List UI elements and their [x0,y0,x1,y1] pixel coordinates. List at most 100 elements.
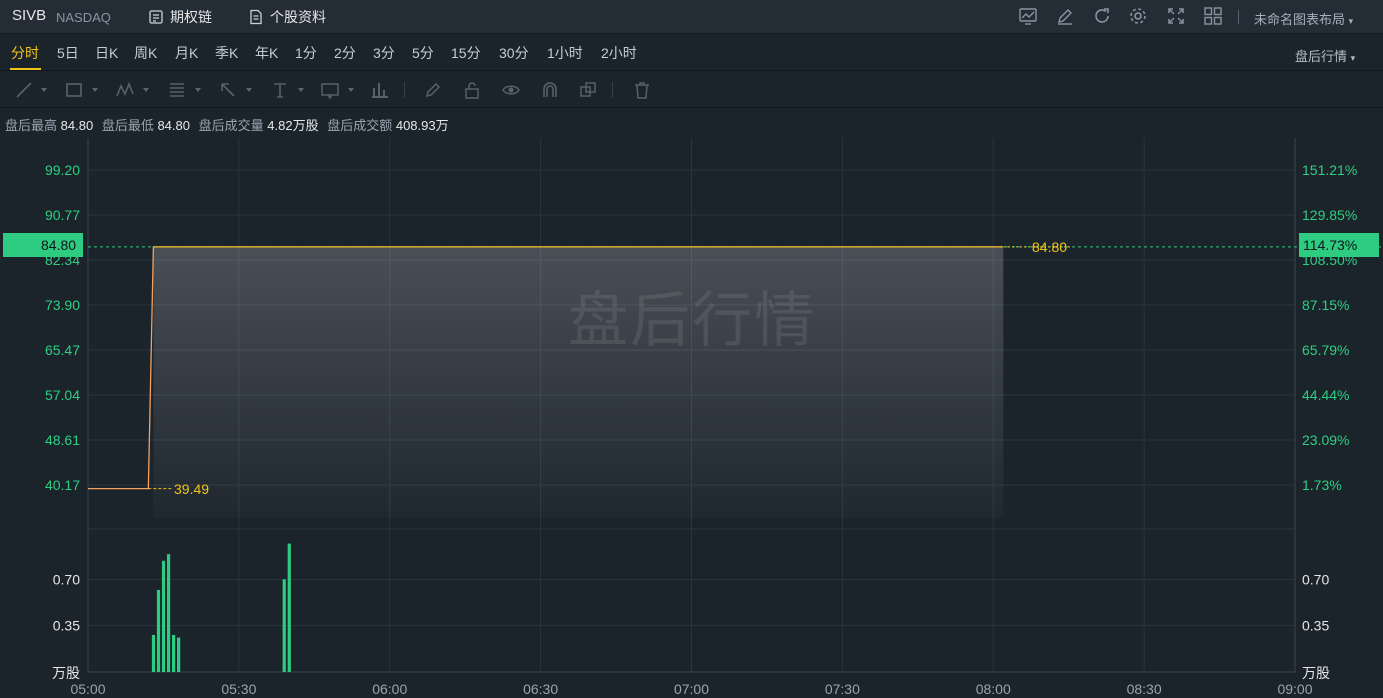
ticker-symbol: SIVB [12,7,47,24]
price-tick-label: 40.17 [45,477,80,493]
label-icon[interactable] [320,80,340,100]
period-selector: 分时 5日 日K 周K 月K 季K 年K 1分 2分 3分 5分 15分 30分… [0,34,1383,70]
percent-tick-label: 87.15% [1302,297,1349,313]
fullscreen-icon[interactable] [1166,6,1186,26]
refresh-icon[interactable] [1092,6,1112,26]
price-tick-label: 57.04 [45,387,80,403]
percent-tick-label: 23.09% [1302,432,1349,448]
time-tick-label: 07:30 [825,681,860,697]
chevron-down-icon[interactable] [92,88,98,92]
high-value: 84.80 [60,118,94,133]
period-tab-3m[interactable]: 3分 [373,43,395,63]
period-tab-1h[interactable]: 1小时 [547,43,583,63]
low-value: 84.80 [157,118,190,133]
chevron-down-icon[interactable] [143,88,149,92]
period-tab-5m[interactable]: 5分 [412,43,434,63]
clone-icon[interactable] [578,80,598,100]
chart-canvas[interactable]: 99.20 151.21%90.77 129.85%82.34 108.50%73.9… [0,138,1383,698]
drawing-toolbar [0,70,1383,108]
time-tick-label: 08:00 [976,681,1011,697]
volume-bar [166,554,171,672]
time-tick-label: 07:00 [674,681,709,697]
company-profile-label: 个股资料 [270,9,326,25]
percent-tick-label: 151.21% [1302,162,1357,178]
amount-label: 盘后成交额 [327,118,393,133]
period-tab-5d[interactable]: 5日 [57,43,79,63]
chevron-down-icon: ▾ [1350,53,1356,63]
period-tab-daily[interactable]: 日K [95,43,118,63]
rectangle-icon[interactable] [64,80,84,100]
time-tick-label: 05:00 [70,681,105,697]
layout-grid-icon[interactable] [1203,6,1223,26]
period-tab-2h[interactable]: 2小时 [601,43,637,63]
toolbar-divider [404,82,405,98]
period-tab-quarterly[interactable]: 季K [215,43,238,63]
market-mode-select[interactable]: 盘后行情 ▾ [1295,46,1355,65]
layout-name-label: 未命名图表布局 [1254,12,1346,27]
volume-bar [156,589,161,672]
arrow-icon[interactable] [218,80,238,100]
volume-bar [171,634,176,672]
chevron-down-icon: ▾ [1348,16,1354,26]
trash-icon[interactable] [632,80,652,100]
volume-bar [282,579,286,672]
volume-tick-label: 0.70 [1302,571,1329,587]
pencil-icon[interactable] [423,80,443,100]
last-price-label: 84.80 [1032,239,1068,255]
period-tab-1m[interactable]: 1分 [295,43,317,63]
period-tab-2m[interactable]: 2分 [334,43,356,63]
volume-tick-label: 0.70 [53,571,80,587]
trend-line-icon[interactable] [14,80,34,100]
chevron-down-icon[interactable] [246,88,252,92]
edit-icon[interactable] [1055,6,1075,26]
bar-pattern-icon[interactable] [370,80,390,100]
unlock-icon[interactable] [462,80,482,100]
time-tick-label: 05:30 [221,681,256,697]
volume-value: 4.82万股 [267,118,319,133]
chevron-down-icon[interactable] [41,88,47,92]
period-tab-monthly[interactable]: 月K [175,43,198,63]
indicator-icon[interactable] [1018,6,1038,26]
period-tab-30m[interactable]: 30分 [499,43,529,63]
volume-bar [161,560,166,672]
top-bar: SIVB NASDAQ 期权链 个股资料 未命名图表布局 ▾ [0,0,1383,34]
price-tick-label: 65.47 [45,342,80,358]
time-tick-label: 08:30 [1127,681,1162,697]
prev-close-label: 39.49 [174,481,210,497]
low-label: 盘后最低 [101,118,154,133]
chevron-down-icon[interactable] [298,88,304,92]
option-chain-label: 期权链 [170,9,212,25]
eye-icon[interactable] [501,80,521,100]
intraday-chart[interactable]: 99.20 151.21% 90.77 129.85% 82.34 108.50% 73.9… [0,138,1383,698]
layout-selector[interactable]: 未命名图表布局 ▾ [1254,9,1353,28]
percent-tick-label: 129.85% [1302,207,1357,223]
option-chain-link[interactable]: 期权链 [148,7,212,27]
time-tick-label: 09:00 [1277,681,1312,697]
company-profile-link[interactable]: 个股资料 [248,7,326,27]
period-tab-weekly[interactable]: 周K [134,43,157,63]
volume-tick-label: 0.35 [53,618,80,634]
fib-icon[interactable] [167,80,187,100]
chevron-down-icon[interactable] [195,88,201,92]
volume-label: 盘后成交量 [198,118,264,133]
magnet-icon[interactable] [540,80,560,100]
price-tick-label: 99.20 [45,162,80,178]
toolbar-divider [1238,10,1239,24]
period-tab-15m[interactable]: 15分 [451,43,481,63]
text-icon[interactable] [270,80,290,100]
pattern-icon[interactable] [115,80,135,100]
chevron-down-icon[interactable] [348,88,354,92]
period-tab-yearly[interactable]: 年K [255,43,278,63]
volume-bar [287,543,291,672]
price-tick-label: 48.61 [45,432,80,448]
percent-tick-label: 1.73% [1302,477,1342,493]
time-tick-label: 06:30 [523,681,558,697]
percent-tick-label: 65.79% [1302,342,1349,358]
chart-watermark: 盘后行情 [568,286,816,356]
settings-icon[interactable] [1128,6,1148,26]
period-tab-intraday[interactable]: 分时 [11,43,39,63]
volume-bar [177,637,181,672]
price-tick-label: 90.77 [45,207,80,223]
document-icon [250,9,262,25]
price-tick-label: 73.90 [45,297,80,313]
